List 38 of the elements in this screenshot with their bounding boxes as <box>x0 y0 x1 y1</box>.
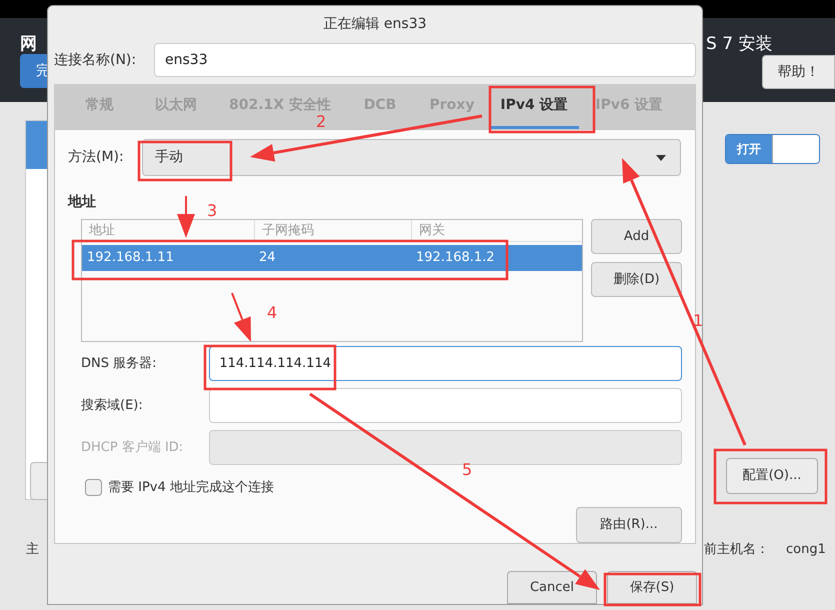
field-label: DHCP 客户端 ID: <box>81 438 184 457</box>
field-label: 方法(M): <box>68 148 125 167</box>
hostname-label: 前主机名： <box>704 541 769 559</box>
input-field[interactable]: 114.114.114.114 <box>209 346 682 381</box>
checkbox[interactable] <box>85 479 102 496</box>
step-number: 1 <box>693 313 704 329</box>
table-cell-text: 192.168.1.2 <box>415 249 496 268</box>
checkbox-label: 需要 IPv4 地址完成这个连接 <box>108 479 274 497</box>
hostname-value: cong1 <box>786 541 826 559</box>
table-cell-text: 192.168.1.11 <box>86 249 175 268</box>
installer-title: S 7 安装 <box>706 33 772 56</box>
field-label: 搜索域(E): <box>81 396 144 415</box>
step-number: 4 <box>267 305 278 321</box>
header-title: 网 <box>20 33 37 56</box>
input-field[interactable] <box>209 388 682 423</box>
step-number: 3 <box>207 203 218 219</box>
configure-button[interactable]: 配置(O)... <box>726 458 818 494</box>
step-number: 2 <box>316 114 326 130</box>
dialog-button[interactable]: Cancel <box>507 571 597 604</box>
hostname-label: 主 <box>26 541 40 559</box>
dialog-button[interactable]: 保存(S) <box>607 571 697 604</box>
column-header: 子网掩码 <box>254 220 411 241</box>
step-number: 5 <box>462 462 472 478</box>
table-button[interactable]: Add <box>591 219 682 254</box>
annotation-arrow <box>231 292 251 342</box>
window-title: 正在编辑 ens33 <box>323 15 427 34</box>
field-label: DNS 服务器: <box>81 354 158 373</box>
annotation-arrow <box>177 196 195 238</box>
column-header: 地址 <box>88 222 116 240</box>
help-button[interactable]: 帮助！ <box>762 55 835 89</box>
table-cell-text: 24 <box>258 249 277 268</box>
routes-button[interactable]: 路由(R)... <box>576 506 682 542</box>
column-header: 网关 <box>411 220 582 241</box>
section-title: 地址 <box>68 193 96 212</box>
method-dropdown[interactable]: 手动 <box>142 139 681 176</box>
caret-icon <box>656 154 666 160</box>
name-field[interactable]: ens33 <box>154 43 696 77</box>
table-button[interactable]: 删除(D) <box>591 262 682 297</box>
